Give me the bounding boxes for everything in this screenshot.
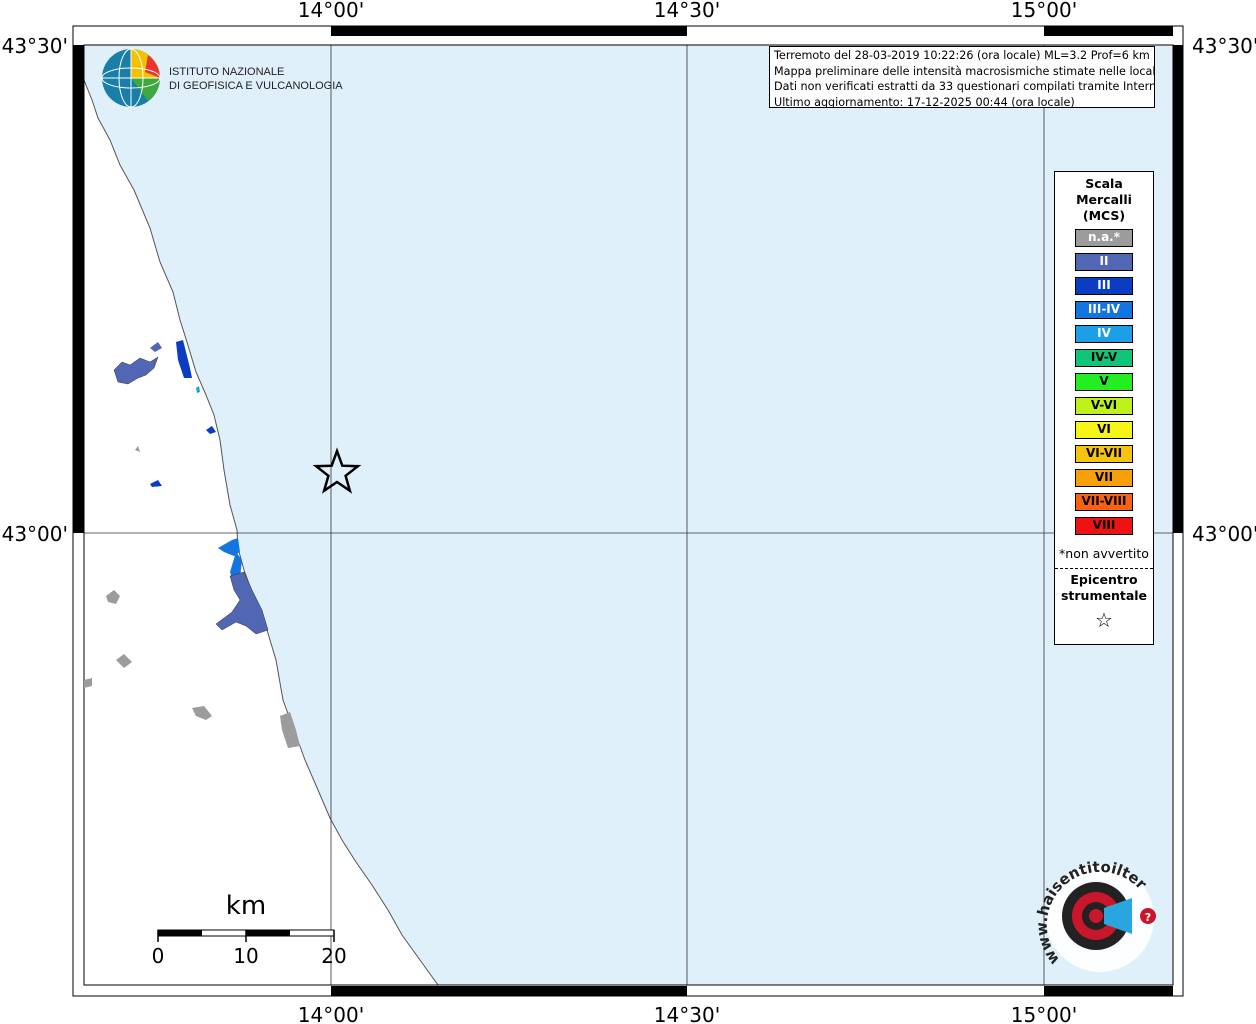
event-info-line4: Ultimo aggiornamento: 17-12-2025 00:44 (… bbox=[774, 95, 1075, 108]
intensity-legend: Scala Mercalli (MCS) n.a.* II III III-IV IV I… bbox=[1054, 171, 1154, 645]
lat-tick-left-43-00: 43°00' bbox=[2, 522, 68, 546]
lon-tick-top-15-00: 15°00' bbox=[1011, 0, 1077, 22]
legend-epicenter-line1: Epicentro bbox=[1070, 572, 1138, 587]
legend-swatch: IV bbox=[1075, 325, 1133, 343]
legend-swatch: n.a.* bbox=[1075, 229, 1133, 247]
lon-tick-bottom-15-00: 15°00' bbox=[1011, 1003, 1077, 1024]
legend-swatch: III-IV bbox=[1075, 301, 1133, 319]
lon-tick-bottom-14-30: 14°30' bbox=[654, 1003, 720, 1024]
event-info-line2: Mappa preliminare delle intensità macros… bbox=[774, 64, 1155, 78]
event-info-box: Terremoto del 28-03-2019 10:22:26 (ora l… bbox=[769, 46, 1155, 108]
legend-swatch: VI bbox=[1075, 421, 1133, 439]
legend-title-line2: Mercalli bbox=[1076, 192, 1132, 207]
scale-label-0: 0 bbox=[152, 944, 165, 968]
legend-swatch: VIII bbox=[1075, 517, 1133, 535]
lat-tick-left-43-30: 43°30' bbox=[2, 34, 68, 58]
legend-swatch: IV-V bbox=[1075, 349, 1133, 367]
legend-swatch: VII bbox=[1075, 469, 1133, 487]
lon-tick-top-14-00: 14°00' bbox=[298, 0, 364, 22]
legend-title-line3: (MCS) bbox=[1082, 208, 1126, 223]
ingv-name-line2: DI GEOFISICA E VULCANOLOGIA bbox=[169, 80, 343, 92]
svg-text:?: ? bbox=[1145, 911, 1151, 924]
legend-title: Scala Mercalli (MCS) bbox=[1055, 176, 1153, 224]
event-info-line1: Terremoto del 28-03-2019 10:22:26 (ora l… bbox=[774, 49, 1150, 62]
lat-tick-right-43-30: 43°30' bbox=[1192, 34, 1256, 58]
scale-unit: km bbox=[226, 891, 266, 921]
legend-separator bbox=[1055, 568, 1153, 569]
legend-swatch: VI-VII bbox=[1075, 445, 1133, 463]
legend-epicenter-line2: strumentale bbox=[1060, 588, 1148, 603]
lat-tick-right-43-00: 43°00' bbox=[1192, 522, 1256, 546]
lon-tick-bottom-14-00: 14°00' bbox=[298, 1003, 364, 1024]
scale-label-10: 10 bbox=[233, 944, 258, 968]
legend-swatch: VII-VIII bbox=[1075, 493, 1133, 511]
legend-swatch: II bbox=[1075, 253, 1133, 271]
legend-title-line1: Scala bbox=[1085, 176, 1123, 191]
legend-star-icon: ☆ bbox=[1095, 608, 1113, 632]
legend-swatch: V-VI bbox=[1075, 397, 1133, 415]
legend-note: *non avvertito bbox=[1059, 546, 1149, 561]
scale-label-20: 20 bbox=[321, 944, 346, 968]
legend-swatch: III bbox=[1075, 277, 1133, 295]
lon-tick-top-14-30: 14°30' bbox=[654, 0, 720, 22]
event-info-line3: Dati non verificati estratti da 33 quest… bbox=[774, 80, 1155, 93]
legend-swatch: V bbox=[1075, 373, 1133, 391]
ingv-name-line1: ISTITUTO NAZIONALE bbox=[169, 66, 284, 78]
legend-epicenter-label: Epicentro strumentale bbox=[1055, 572, 1153, 604]
